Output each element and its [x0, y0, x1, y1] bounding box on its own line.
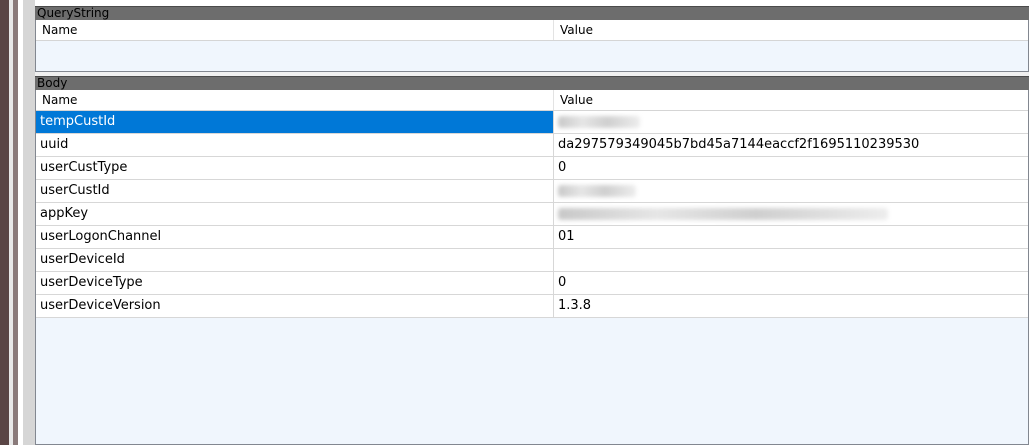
querystring-column-name[interactable]: Name	[36, 20, 554, 40]
row-name: userCustId	[36, 180, 554, 202]
body-list[interactable]: Name Value tempCustId uuid da29757934904…	[35, 90, 1029, 445]
row-name: appKey	[36, 203, 554, 225]
table-row[interactable]: uuid da297579349045b7bd45a7144eaccf2f169…	[36, 134, 1028, 157]
edge-strip	[0, 0, 9, 445]
querystring-group-title: QueryString	[37, 6, 110, 20]
row-value: 0	[558, 160, 567, 175]
body-group-title: Body	[37, 76, 68, 90]
row-value: da297579349045b7bd45a7144eaccf2f16951102…	[558, 137, 920, 152]
table-row[interactable]: userCustType 0	[36, 157, 1028, 180]
row-value-redacted	[554, 203, 1028, 225]
redacted-value	[558, 184, 636, 197]
table-row[interactable]: userDeviceId	[36, 249, 1028, 272]
row-name: tempCustId	[36, 111, 554, 133]
row-value: 01	[558, 229, 575, 244]
row-name: userDeviceType	[36, 272, 554, 294]
row-name: userDeviceId	[36, 249, 554, 271]
row-value-redacted	[554, 180, 1028, 202]
row-value-redacted	[554, 111, 1028, 133]
querystring-column-header: Name Value	[36, 20, 1028, 41]
row-name: userLogonChannel	[36, 226, 554, 248]
row-value: 0	[558, 275, 567, 290]
table-row[interactable]: userDeviceType 0	[36, 272, 1028, 295]
body-group-header: Body	[35, 76, 1029, 90]
table-row[interactable]: userCustId	[36, 180, 1028, 203]
querystring-column-value[interactable]: Value	[554, 20, 1028, 40]
row-name: userDeviceVersion	[36, 295, 554, 317]
row-name: uuid	[36, 134, 554, 156]
querystring-group: QueryString Name Value	[35, 6, 1029, 72]
table-row[interactable]: userLogonChannel 01	[36, 226, 1028, 249]
body-group: Body Name Value tempCustId uuid da297579…	[35, 76, 1029, 445]
row-name: userCustType	[36, 157, 554, 179]
row-value	[554, 249, 1028, 271]
table-row[interactable]: appKey	[36, 203, 1028, 226]
window-left-edge	[0, 0, 35, 445]
querystring-group-header: QueryString	[35, 6, 1029, 20]
row-value: 1.3.8	[558, 298, 592, 313]
querystring-list[interactable]: Name Value	[35, 20, 1029, 72]
redacted-value	[558, 207, 888, 220]
redacted-value	[558, 115, 640, 128]
table-row[interactable]: userDeviceVersion 1.3.8	[36, 295, 1028, 318]
body-column-header: Name Value	[36, 90, 1028, 111]
splitter-handle[interactable]	[23, 0, 35, 445]
body-column-value[interactable]: Value	[554, 90, 1028, 110]
table-row[interactable]: tempCustId	[36, 111, 1028, 134]
body-column-name[interactable]: Name	[36, 90, 554, 110]
